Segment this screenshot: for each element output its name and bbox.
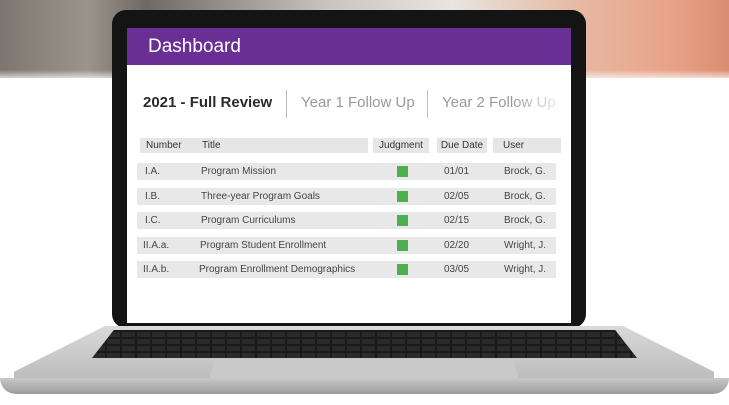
row-user: Wright, J. [504, 240, 547, 251]
row-due-date: 02/15 [444, 215, 470, 226]
dashboard-screen: Dashboard 2021 - Full Review Year 1 Foll… [127, 28, 571, 323]
row-background [137, 212, 556, 229]
row-user: Brock, G. [504, 191, 546, 202]
table-row[interactable]: II.A.b. Program Enrollment Demographics … [127, 261, 571, 278]
column-header-judgment[interactable]: Judgment [373, 138, 429, 153]
row-title: Three-year Program Goals [201, 191, 320, 202]
row-due-date: 01/01 [444, 166, 470, 177]
row-title: Program Mission [201, 166, 277, 177]
judgment-indicator [397, 264, 408, 275]
app-header: Dashboard [127, 28, 571, 65]
row-user: Wright, J. [504, 264, 547, 275]
row-number: I.C. [145, 215, 161, 226]
column-header-number[interactable]: Number [140, 138, 194, 153]
table-row[interactable]: I.B. Three-year Program Goals 02/05 Broc… [127, 188, 571, 205]
judgment-indicator [397, 166, 408, 177]
row-number: II.A.a. [143, 240, 170, 251]
row-number: II.A.b. [143, 264, 170, 275]
row-due-date: 03/05 [444, 264, 470, 275]
judgment-indicator [397, 215, 408, 226]
row-due-date: 02/20 [444, 240, 470, 251]
column-header-due-date[interactable]: Due Date [437, 138, 487, 153]
review-tabs: 2021 - Full Review Year 1 Follow Up Year… [143, 90, 571, 118]
row-due-date: 02/05 [444, 191, 470, 202]
table-row[interactable]: I.C. Program Curriculums 02/15 Brock, G. [127, 212, 571, 229]
row-user: Brock, G. [504, 215, 546, 226]
column-header-title[interactable]: Title [194, 138, 368, 153]
page-title: Dashboard [148, 36, 241, 57]
row-title: Program Curriculums [201, 215, 296, 226]
tab-divider [427, 90, 428, 118]
row-user: Brock, G. [504, 166, 546, 177]
row-number: I.B. [145, 191, 161, 202]
tabs-overflow-fade [511, 88, 571, 120]
row-background [137, 163, 556, 180]
tab-full-review[interactable]: 2021 - Full Review [143, 94, 272, 111]
laptop-keyboard [92, 330, 637, 358]
row-title: Program Enrollment Demographics [199, 264, 356, 275]
laptop-front-edge [0, 378, 729, 394]
tab-divider [286, 90, 287, 118]
table-row[interactable]: I.A. Program Mission 01/01 Brock, G. [127, 163, 571, 180]
judgment-indicator [397, 240, 408, 251]
row-title: Program Student Enrollment [200, 240, 327, 251]
column-header-user[interactable]: User [493, 138, 561, 153]
row-number: I.A. [145, 166, 161, 177]
judgment-indicator [397, 191, 408, 202]
row-background [137, 188, 556, 205]
tab-year-1-follow-up[interactable]: Year 1 Follow Up [301, 94, 415, 111]
table-row[interactable]: II.A.a. Program Student Enrollment 02/20… [127, 237, 571, 254]
